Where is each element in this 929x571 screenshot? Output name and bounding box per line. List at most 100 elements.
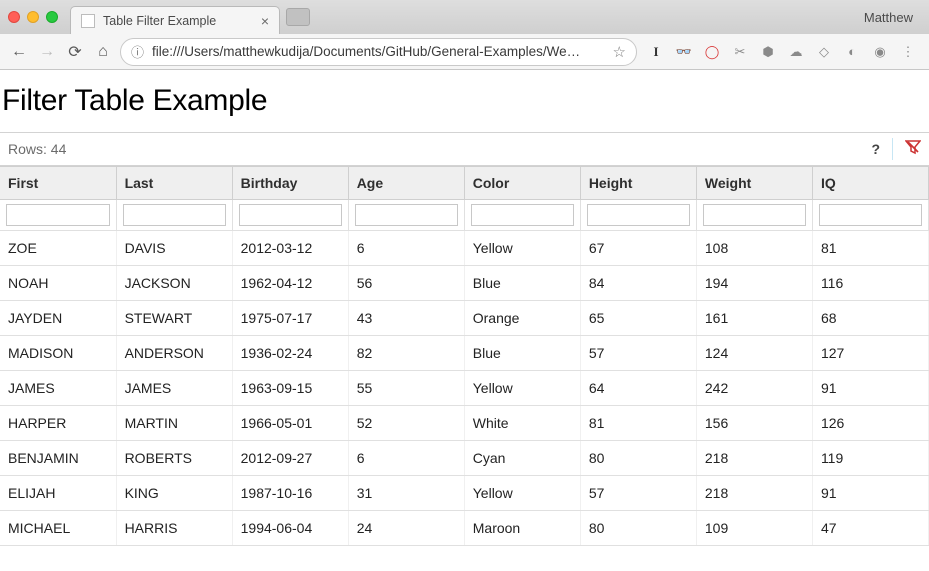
cell-color: Cyan — [464, 441, 580, 476]
bookmark-star-icon[interactable]: ☆ — [613, 43, 626, 61]
extension-icon[interactable]: ◉ — [871, 43, 889, 61]
new-tab-button[interactable] — [286, 8, 310, 26]
back-button[interactable]: ← — [8, 41, 30, 63]
cell-birthday: 2012-09-27 — [232, 441, 348, 476]
cell-birthday: 1963-09-15 — [232, 371, 348, 406]
data-table: First Last Birthday Age Color Height Wei… — [0, 166, 929, 546]
table-row[interactable]: JAMESJAMES1963-09-1555Yellow6424291 — [0, 371, 929, 406]
forward-button[interactable]: → — [36, 41, 58, 63]
cell-height: 57 — [580, 476, 696, 511]
filter-height[interactable] — [587, 204, 690, 226]
cell-age: 24 — [348, 511, 464, 546]
home-button[interactable]: ⌂ — [92, 41, 114, 63]
col-header-color[interactable]: Color — [464, 167, 580, 200]
favicon-icon — [81, 14, 95, 28]
browser-chrome: Table Filter Example × Matthew ← → ⟳ ⌂ ⓘ… — [0, 0, 929, 70]
col-header-age[interactable]: Age — [348, 167, 464, 200]
page-content: Filter Table Example Rows: 44 ? First La… — [0, 70, 929, 546]
url-text: file:///Users/matthewkudija/Documents/Gi… — [152, 44, 580, 59]
reload-button[interactable]: ⟳ — [64, 41, 86, 63]
table-row[interactable]: BENJAMINROBERTS2012-09-276Cyan80218119 — [0, 441, 929, 476]
cell-first: JAYDEN — [0, 301, 116, 336]
cell-first: NOAH — [0, 266, 116, 301]
browser-toolbar: ← → ⟳ ⌂ ⓘ file:///Users/matthewkudija/Do… — [0, 34, 929, 70]
col-header-weight[interactable]: Weight — [696, 167, 812, 200]
cell-last: HARRIS — [116, 511, 232, 546]
cell-age: 31 — [348, 476, 464, 511]
clear-filters-button[interactable] — [905, 139, 921, 159]
cell-first: ELIJAH — [0, 476, 116, 511]
cell-height: 80 — [580, 441, 696, 476]
filter-weight[interactable] — [703, 204, 806, 226]
cell-color: Blue — [464, 266, 580, 301]
cell-iq: 91 — [812, 371, 928, 406]
extensions-area: I 👓 ◯ ✂ ⬢ ☁ ◇ ◐ ◉ ⋮ — [643, 43, 921, 61]
cell-iq: 68 — [812, 301, 928, 336]
cell-birthday: 1987-10-16 — [232, 476, 348, 511]
window-controls — [8, 11, 58, 23]
menu-button[interactable]: ⋮ — [899, 43, 917, 61]
cell-last: STEWART — [116, 301, 232, 336]
col-header-first[interactable]: First — [0, 167, 116, 200]
table-row[interactable]: MADISONANDERSON1936-02-2482Blue57124127 — [0, 336, 929, 371]
filter-last[interactable] — [123, 204, 226, 226]
close-window-button[interactable] — [8, 11, 20, 23]
table-toolbar: Rows: 44 ? — [0, 132, 929, 166]
filter-iq[interactable] — [819, 204, 922, 226]
tab-title: Table Filter Example — [103, 14, 216, 28]
col-header-last[interactable]: Last — [116, 167, 232, 200]
maximize-window-button[interactable] — [46, 11, 58, 23]
table-row[interactable]: JAYDENSTEWART1975-07-1743Orange6516168 — [0, 301, 929, 336]
row-counter: Rows: 44 — [8, 141, 66, 157]
cell-age: 6 — [348, 231, 464, 266]
minimize-window-button[interactable] — [27, 11, 39, 23]
table-row[interactable]: ZOEDAVIS2012-03-126Yellow6710881 — [0, 231, 929, 266]
extension-icon[interactable]: ◇ — [815, 43, 833, 61]
col-header-birthday[interactable]: Birthday — [232, 167, 348, 200]
extension-icon[interactable]: ◐ — [843, 43, 861, 61]
cell-iq: 119 — [812, 441, 928, 476]
cell-iq: 127 — [812, 336, 928, 371]
page-title: Filter Table Example — [0, 84, 929, 132]
col-header-iq[interactable]: IQ — [812, 167, 928, 200]
table-row[interactable]: HARPERMARTIN1966-05-0152White81156126 — [0, 406, 929, 441]
cell-birthday: 2012-03-12 — [232, 231, 348, 266]
cell-last: JACKSON — [116, 266, 232, 301]
extension-icon[interactable]: ☁ — [787, 43, 805, 61]
browser-tab[interactable]: Table Filter Example × — [70, 6, 280, 34]
cell-age: 43 — [348, 301, 464, 336]
cell-last: ANDERSON — [116, 336, 232, 371]
help-button[interactable]: ? — [871, 141, 880, 157]
col-header-height[interactable]: Height — [580, 167, 696, 200]
extension-icon[interactable]: ⬢ — [759, 43, 777, 61]
funnel-x-icon — [905, 139, 921, 155]
cell-last: KING — [116, 476, 232, 511]
address-bar[interactable]: ⓘ file:///Users/matthewkudija/Documents/… — [120, 38, 637, 66]
filter-row — [0, 200, 929, 231]
cell-color: Orange — [464, 301, 580, 336]
cell-color: Yellow — [464, 231, 580, 266]
cell-age: 82 — [348, 336, 464, 371]
profile-name[interactable]: Matthew — [864, 10, 921, 25]
cell-age: 6 — [348, 441, 464, 476]
cell-last: JAMES — [116, 371, 232, 406]
titlebar: Table Filter Example × Matthew — [0, 0, 929, 34]
extension-icon[interactable]: 👓 — [675, 43, 693, 61]
extension-icon[interactable]: ✂ — [731, 43, 749, 61]
extension-icon[interactable]: ◯ — [703, 43, 721, 61]
table-row[interactable]: MICHAELHARRIS1994-06-0424Maroon8010947 — [0, 511, 929, 546]
table-body: ZOEDAVIS2012-03-126Yellow6710881NOAHJACK… — [0, 231, 929, 546]
filter-color[interactable] — [471, 204, 574, 226]
cell-iq: 81 — [812, 231, 928, 266]
close-tab-button[interactable]: × — [261, 13, 269, 29]
extension-icon[interactable]: I — [647, 43, 665, 61]
filter-age[interactable] — [355, 204, 458, 226]
filter-birthday[interactable] — [239, 204, 342, 226]
table-row[interactable]: NOAHJACKSON1962-04-1256Blue84194116 — [0, 266, 929, 301]
cell-color: White — [464, 406, 580, 441]
cell-birthday: 1966-05-01 — [232, 406, 348, 441]
filter-first[interactable] — [6, 204, 110, 226]
cell-height: 65 — [580, 301, 696, 336]
cell-iq: 47 — [812, 511, 928, 546]
table-row[interactable]: ELIJAHKING1987-10-1631Yellow5721891 — [0, 476, 929, 511]
